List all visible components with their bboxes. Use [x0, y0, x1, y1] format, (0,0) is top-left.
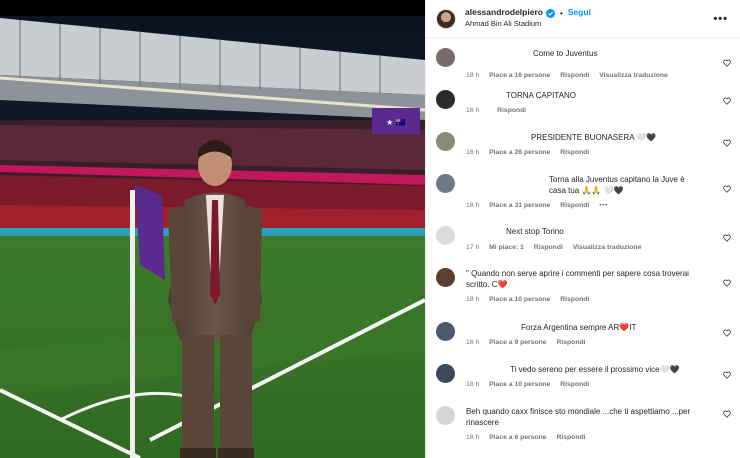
like-heart-icon[interactable]: [723, 139, 731, 147]
comment-meta: 18 h Piace a 31 persone Rispondi •••: [466, 202, 616, 209]
corner-flag-pole: [130, 190, 135, 458]
like-heart-icon[interactable]: [723, 97, 731, 105]
post-photo[interactable]: ★ 🇦🇺: [0, 0, 425, 458]
post-location[interactable]: Ahmad Bin Ali Stadium: [465, 19, 591, 29]
comment-time: 18 h: [466, 72, 480, 79]
reply-button[interactable]: Rispondi: [497, 107, 526, 114]
like-heart-icon[interactable]: [723, 185, 731, 193]
comment-likes[interactable]: Piace a 10 persone: [489, 296, 550, 303]
reply-button[interactable]: Rispondi: [560, 296, 589, 303]
comment-likes[interactable]: Piace a 16 persone: [489, 72, 550, 79]
comment-time: 18 h: [466, 381, 480, 388]
comment-text: Come to Juventus: [533, 49, 598, 58]
reply-button[interactable]: Rispondi: [560, 202, 589, 209]
comment-meta: 16 h Rispondi: [466, 107, 534, 114]
comment-time: 17 h: [466, 244, 480, 251]
comment-meta: 16 h Piace a 9 persone Rispondi: [466, 339, 594, 346]
comment-text: Torna alla Juventus capitano la Juve è c…: [549, 175, 685, 195]
follow-button[interactable]: Segui: [568, 8, 591, 18]
post-header: alessandrodelpiero • Segui Ahmad Bin Ali…: [426, 0, 740, 38]
comment-text: Ti vedo sereno per essere il prossimo vi…: [510, 365, 680, 374]
comment-avatar[interactable]: [436, 322, 455, 341]
like-heart-icon[interactable]: [723, 410, 731, 418]
comment-likes[interactable]: Piace a 9 persone: [489, 339, 546, 346]
comment-time: 16 h: [466, 149, 480, 156]
post-side-panel: alessandrodelpiero • Segui Ahmad Bin Ali…: [425, 0, 740, 458]
like-heart-icon[interactable]: [723, 371, 731, 379]
comment-meta: 17 h Mi piace: 1 Rispondi Visualizza tra…: [466, 244, 649, 251]
reply-button[interactable]: Rispondi: [534, 244, 563, 251]
comment-meta: 18 h Piace a 10 persone Rispondi: [466, 296, 597, 303]
reply-button[interactable]: Rispondi: [560, 381, 589, 388]
comments-list[interactable]: Come to Juventus 18 h Piace a 16 persone…: [426, 39, 740, 458]
reply-button[interactable]: Rispondi: [560, 72, 589, 79]
separator-dot: •: [559, 8, 563, 18]
reply-button[interactable]: Rispondi: [556, 434, 585, 441]
comment-likes[interactable]: Piace a 28 persone: [489, 149, 550, 156]
translate-button[interactable]: Visualizza traduzione: [573, 244, 642, 251]
like-heart-icon[interactable]: [723, 329, 731, 337]
comment-avatar[interactable]: [436, 132, 455, 151]
comment-time: 18 h: [466, 296, 480, 303]
comment-text: Beh quando caxx finisce sto mondiale ...…: [466, 407, 691, 427]
comment-text: TORNA CAPITANO: [506, 91, 576, 100]
comment-avatar[interactable]: [436, 406, 455, 425]
comment-likes[interactable]: Piace a 10 persone: [489, 381, 550, 388]
comment-avatar[interactable]: [436, 174, 455, 193]
comment-likes[interactable]: Mi piace: 1: [489, 244, 524, 251]
like-heart-icon[interactable]: [723, 59, 731, 67]
comment-time: 16 h: [466, 339, 480, 346]
stadium-photo: ★ 🇦🇺: [0, 0, 425, 458]
translate-button[interactable]: Visualizza traduzione: [599, 72, 668, 79]
comment-time: 18 h: [466, 434, 480, 441]
like-heart-icon[interactable]: [723, 279, 731, 287]
comment-text: Next stop Torino: [506, 227, 564, 236]
like-heart-icon[interactable]: [723, 234, 731, 242]
more-options-icon[interactable]: •••: [713, 13, 728, 25]
comment-avatar[interactable]: [436, 364, 455, 383]
comment-more-icon[interactable]: •••: [599, 202, 608, 209]
comment-time: 16 h: [466, 107, 480, 114]
comment-likes[interactable]: Piace a 31 persone: [489, 202, 550, 209]
comment-text: " Quando non serve aprire i commenti per…: [466, 269, 689, 289]
author-avatar[interactable]: [436, 8, 456, 29]
comment-meta: 18 h Piace a 10 persone Rispondi: [466, 381, 597, 388]
comment-time: 18 h: [466, 202, 480, 209]
comment-avatar[interactable]: [436, 48, 455, 67]
comment-meta: 18 h Piace a 6 persone Rispondi: [466, 434, 594, 441]
comment-avatar[interactable]: [436, 90, 455, 109]
comment-avatar[interactable]: [436, 226, 455, 245]
reply-button[interactable]: Rispondi: [560, 149, 589, 156]
comment-meta: 18 h Piace a 16 persone Rispondi Visuali…: [466, 72, 676, 79]
comment-meta: 16 h Piace a 28 persone Rispondi: [466, 149, 597, 156]
scoreboard-text: ★ 🇦🇺: [386, 117, 406, 127]
verified-badge-icon: [545, 8, 555, 18]
comment-text: PRESIDENTE BUONASERA 🤍🖤: [531, 133, 657, 142]
comment-avatar[interactable]: [436, 268, 455, 287]
comment-likes[interactable]: Piace a 6 persone: [489, 434, 546, 441]
author-username[interactable]: alessandrodelpiero: [465, 8, 543, 18]
comment-text: Forza Argentina sempre AR❤️IT: [521, 323, 637, 332]
reply-button[interactable]: Rispondi: [556, 339, 585, 346]
